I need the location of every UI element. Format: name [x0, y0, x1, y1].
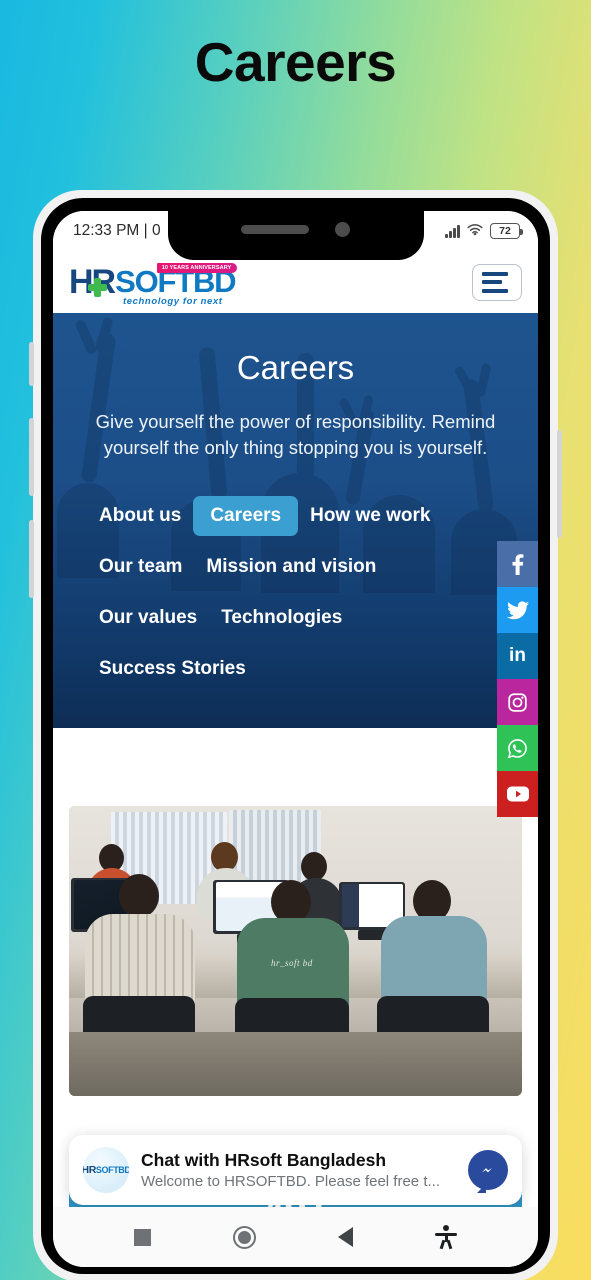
chat-title: Chat with HRsoft Bangladesh: [141, 1150, 387, 1171]
status-icons: 72: [445, 223, 523, 239]
front-camera-icon: [335, 221, 350, 237]
chat-avatar-label: HRSOFTBD: [83, 1164, 129, 1176]
hero-nav-row: About us Careers How we work: [87, 495, 518, 536]
page-title: Careers: [194, 31, 397, 93]
chat-avatar-hr: HR: [83, 1164, 96, 1176]
signal-bars-icon: [445, 224, 460, 238]
chat-widget[interactable]: HRSOFTBD Chat with HRsoft Bangladesh Wel…: [69, 1135, 522, 1205]
menu-icon[interactable]: [472, 263, 522, 301]
status-time: 12:33 PM | 0: [73, 222, 161, 239]
messenger-icon[interactable]: [468, 1150, 508, 1190]
hero-nav-link-success-stories[interactable]: Success Stories: [87, 649, 258, 689]
photo-section: hr_soft bd: [53, 805, 538, 1096]
twitter-icon[interactable]: [497, 587, 538, 633]
phone-screen: 12:33 PM | 0 72 HR SOFTBD 10 YEARS ANNIV…: [53, 211, 538, 1267]
battery-level: 72: [499, 225, 511, 237]
instagram-icon[interactable]: [497, 679, 538, 725]
chat-text: Chat with HRsoft Bangladesh Welcome to H…: [141, 1150, 456, 1189]
hero-title: Careers: [236, 349, 355, 386]
logo-cross-icon: [88, 277, 107, 297]
shirt-text: hr_soft bd: [271, 957, 313, 968]
youtube-icon[interactable]: [497, 771, 538, 817]
hero-nav-link-about-us[interactable]: About us: [87, 496, 193, 536]
anniversary-badge: 10 YEARS ANNIVERSARY: [156, 262, 238, 273]
phone-button-volume-down[interactable]: [29, 520, 34, 598]
whatsapp-icon[interactable]: [497, 725, 538, 771]
site-header: HR SOFTBD 10 YEARS ANNIVERSARY technolog…: [53, 251, 538, 313]
android-nav-bar: [53, 1207, 538, 1267]
hero-nav-link-our-team[interactable]: Our team: [87, 547, 194, 587]
phone-frame: 12:33 PM | 0 72 HR SOFTBD 10 YEARS ANNIV…: [29, 190, 562, 1280]
facebook-icon[interactable]: [497, 541, 538, 587]
phone-button-volume-up[interactable]: [29, 418, 34, 496]
linkedin-icon[interactable]: in: [497, 633, 538, 679]
phone-notch: [167, 198, 424, 260]
hero-nav-link-our-values[interactable]: Our values: [87, 598, 209, 638]
battery-icon: 72: [490, 223, 523, 239]
chat-subtitle: Welcome to HRSOFTBD. Please feel free t.…: [141, 1172, 440, 1190]
phone-button-power[interactable]: [557, 430, 562, 538]
earpiece-speaker-icon: [241, 224, 309, 234]
hero-subtitle: Give yourself the power of responsibilit…: [95, 411, 496, 459]
chat-avatar: HRSOFTBD: [83, 1147, 129, 1193]
chat-avatar-softbd: SOFTBD: [95, 1165, 129, 1175]
back-icon[interactable]: [338, 1227, 353, 1247]
hero-nav-link-how-we-work[interactable]: How we work: [298, 496, 442, 536]
hero-nav-row: Our team Mission and vision: [87, 547, 518, 587]
social-rail: in: [497, 541, 538, 817]
office-team-photo: hr_soft bd: [69, 805, 522, 1096]
logo-tagline: technology for next: [123, 296, 223, 308]
hero-nav-link-careers[interactable]: Careers: [193, 495, 299, 536]
hero-section: Careers Give yourself the power of respo…: [53, 313, 538, 728]
hero-nav-row: Our values Technologies: [87, 598, 518, 638]
home-icon[interactable]: [233, 1225, 256, 1249]
accessibility-icon[interactable]: [435, 1225, 457, 1250]
hero-nav: About us Careers How we work Our team Mi…: [73, 495, 518, 689]
phone-button-silent[interactable]: [29, 342, 34, 386]
logo-wordmark: HR SOFTBD 10 YEARS ANNIVERSARY technolog…: [69, 262, 238, 307]
hero-nav-link-mission-and-vision[interactable]: Mission and vision: [194, 547, 388, 587]
phone-bezel: 12:33 PM | 0 72 HR SOFTBD 10 YEARS ANNIV…: [41, 198, 550, 1274]
recents-icon[interactable]: [134, 1228, 151, 1246]
content-spacer: [53, 727, 538, 806]
wifi-icon: [467, 224, 483, 238]
hero-nav-link-technologies[interactable]: Technologies: [209, 598, 354, 638]
hero-content: Careers Give yourself the power of respo…: [73, 349, 518, 689]
site-logo[interactable]: HR SOFTBD 10 YEARS ANNIVERSARY technolog…: [69, 262, 238, 307]
hero-nav-row: Success Stories: [87, 649, 518, 689]
